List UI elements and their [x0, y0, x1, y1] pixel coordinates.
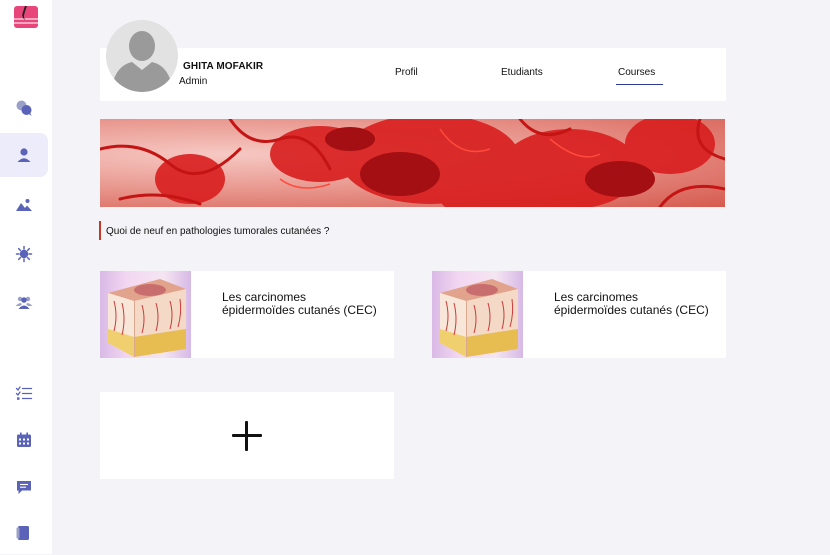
- calendar-icon: [17, 432, 31, 447]
- comment-icon: [17, 481, 31, 494]
- course-card[interactable]: Les carcinomes épidermoïdes cutanés (CEC…: [432, 271, 726, 358]
- sidebar-item-commentaires[interactable]: [0, 465, 48, 509]
- virus-icon: [15, 245, 33, 263]
- add-course-button[interactable]: [100, 392, 394, 479]
- skin-cross-section-image: [100, 271, 191, 358]
- image-icon: [16, 199, 32, 211]
- book-icon: [16, 526, 29, 540]
- course-title: Les carcinomes épidermoïdes cutanés (CEC…: [554, 290, 709, 317]
- avatar[interactable]: [106, 20, 178, 92]
- sidebar: [0, 0, 52, 554]
- news-headline[interactable]: Quoi de neuf en pathologies tumorales cu…: [106, 226, 330, 237]
- user-icon: [17, 148, 31, 162]
- sidebar-item-messages[interactable]: [0, 86, 48, 130]
- active-tab-indicator: [616, 84, 663, 85]
- sidebar-item-profil[interactable]: [0, 133, 48, 177]
- tab-profil[interactable]: Profil: [395, 67, 418, 78]
- users-group-icon: [15, 296, 33, 309]
- sidebar-item-taches[interactable]: [0, 372, 48, 416]
- tab-etudiants[interactable]: Etudiants: [501, 67, 543, 78]
- course-title: Les carcinomes épidermoïdes cutanés (CEC…: [222, 290, 377, 317]
- news-marker: [99, 221, 101, 240]
- sidebar-item-calendrier[interactable]: [0, 418, 48, 462]
- chat-bubbles-icon: [16, 100, 32, 116]
- skin-cross-section-image: [432, 271, 523, 358]
- sidebar-item-etudiants[interactable]: [0, 280, 48, 324]
- user-silhouette-icon: [111, 31, 173, 92]
- app-logo[interactable]: [14, 6, 38, 28]
- tab-courses[interactable]: Courses: [618, 67, 655, 78]
- hero-banner-image: [100, 119, 725, 207]
- sidebar-item-cours[interactable]: [0, 511, 48, 555]
- course-card[interactable]: Les carcinomes épidermoïdes cutanés (CEC…: [100, 271, 394, 358]
- plus-icon: [231, 420, 263, 452]
- checklist-icon: [15, 386, 33, 400]
- user-name: GHITA MOFAKIR: [183, 61, 264, 72]
- sidebar-item-images[interactable]: [0, 183, 48, 227]
- user-role: Admin: [179, 76, 208, 87]
- sidebar-item-pathologies[interactable]: [0, 232, 48, 276]
